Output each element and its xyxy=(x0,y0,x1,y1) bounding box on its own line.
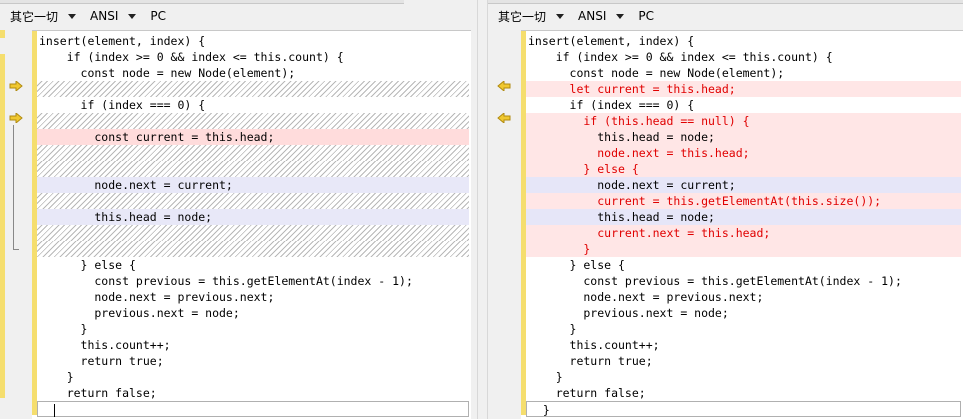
left-charset-dropdown[interactable]: ANSI xyxy=(90,9,137,23)
left-code-line[interactable]: if (index >= 0 && index <= this.count) { xyxy=(37,49,469,65)
right-pane: 其它一切 ANSI PC insert(element, index) { if… xyxy=(488,0,963,419)
right-code-editor[interactable]: insert(element, index) { if (index >= 0 … xyxy=(521,30,963,419)
left-code-line[interactable] xyxy=(37,225,469,241)
left-code-line[interactable]: node.next = previous.next; xyxy=(37,289,469,305)
right-code-line[interactable]: return true; xyxy=(526,353,961,369)
arrow-right-icon xyxy=(9,81,23,91)
left-diff-bracket xyxy=(13,125,19,250)
left-code-line[interactable]: const current = this.head; xyxy=(37,129,469,145)
chevron-down-icon xyxy=(556,13,565,19)
right-gutter xyxy=(488,30,526,419)
left-code-line[interactable] xyxy=(37,113,469,129)
right-code-line[interactable]: previous.next = node; xyxy=(526,305,961,321)
left-change-bar xyxy=(0,30,5,38)
right-code-line[interactable]: const previous = this.getElementAt(index… xyxy=(526,273,961,289)
left-top-scrollbar[interactable] xyxy=(0,0,404,4)
left-code-line[interactable]: if (index === 0) { xyxy=(37,97,469,113)
left-change-bar xyxy=(0,54,5,398)
right-encoding-group-label: 其它一切 xyxy=(498,9,547,24)
left-code-line[interactable] xyxy=(37,161,469,177)
left-code-line[interactable]: const previous = this.getElementAt(index… xyxy=(37,273,469,289)
right-code-line[interactable]: return false; xyxy=(526,385,961,401)
left-code-line[interactable]: } xyxy=(37,369,469,385)
chevron-down-icon xyxy=(68,13,77,19)
right-line-ending-label-wrap[interactable]: PC xyxy=(638,9,654,23)
right-code-line[interactable]: if (this.head == null) { xyxy=(526,113,961,129)
right-code-line[interactable]: } xyxy=(526,369,961,385)
right-top-scrollbar[interactable] xyxy=(488,0,963,4)
left-file-toolbar: 其它一切 ANSI PC xyxy=(10,6,180,26)
left-line-ending-label-wrap[interactable]: PC xyxy=(150,9,166,23)
left-code-line[interactable]: this.head = node; xyxy=(37,209,469,225)
arrow-right-icon xyxy=(9,113,23,123)
right-code-line[interactable]: } xyxy=(526,321,961,337)
right-code-line[interactable]: insert(element, index) { xyxy=(526,33,961,49)
right-code-line[interactable]: current = this.getElementAt(this.size())… xyxy=(526,193,961,209)
right-code-line[interactable]: this.head = node; xyxy=(526,129,961,145)
left-gutter xyxy=(0,30,32,419)
right-code-line[interactable]: this.count++; xyxy=(526,337,961,353)
right-code-line[interactable]: } xyxy=(526,241,961,257)
left-code-line[interactable] xyxy=(37,241,469,257)
left-code-line[interactable] xyxy=(37,145,469,161)
left-line-ending-label: PC xyxy=(150,9,166,23)
right-charset-label: ANSI xyxy=(578,9,607,23)
right-code-line[interactable]: this.head = node; xyxy=(526,209,961,225)
right-code-line[interactable]: const node = new Node(element); xyxy=(526,65,961,81)
right-code-line[interactable]: } xyxy=(526,401,961,417)
left-code-line[interactable] xyxy=(37,81,469,97)
right-code-line[interactable]: } else { xyxy=(526,257,961,273)
left-charset-label: ANSI xyxy=(90,9,119,23)
left-code-line[interactable]: insert(element, index) { xyxy=(37,33,469,49)
arrow-left-icon xyxy=(497,113,511,123)
left-pane: 其它一切 ANSI PC insert(element, index) { if… xyxy=(0,0,477,419)
left-encoding-group-label: 其它一切 xyxy=(10,9,59,24)
left-code-editor[interactable]: insert(element, index) { if (index >= 0 … xyxy=(32,30,471,419)
left-encoding-group-dropdown[interactable]: 其它一切 xyxy=(10,8,77,25)
text-caret xyxy=(53,404,55,417)
right-code-line[interactable]: node.next = this.head; xyxy=(526,145,961,161)
left-code-line[interactable]: previous.next = node; xyxy=(37,305,469,321)
left-code-line[interactable] xyxy=(37,401,469,417)
right-code-line[interactable]: node.next = current; xyxy=(526,177,961,193)
right-encoding-group-dropdown[interactable]: 其它一切 xyxy=(498,8,565,25)
right-file-toolbar: 其它一切 ANSI PC xyxy=(498,6,668,26)
left-code-line[interactable]: const node = new Node(element); xyxy=(37,65,469,81)
pane-splitter[interactable] xyxy=(477,0,488,419)
left-code-line[interactable]: } xyxy=(37,321,469,337)
right-code-line[interactable]: current.next = this.head; xyxy=(526,225,961,241)
right-code-line[interactable]: let current = this.head; xyxy=(526,81,961,97)
right-code-line[interactable]: } else { xyxy=(526,161,961,177)
chevron-down-icon xyxy=(128,13,137,19)
left-code-line[interactable]: node.next = current; xyxy=(37,177,469,193)
left-code-line[interactable]: this.count++; xyxy=(37,337,469,353)
left-code-line[interactable]: } else { xyxy=(37,257,469,273)
chevron-down-icon xyxy=(616,13,625,19)
right-code-line[interactable]: if (index === 0) { xyxy=(526,97,961,113)
arrow-left-icon xyxy=(497,81,511,91)
left-code-line[interactable]: return true; xyxy=(37,353,469,369)
right-code-line[interactable]: if (index >= 0 && index <= this.count) { xyxy=(526,49,961,65)
left-code-line[interactable]: return false; xyxy=(37,385,469,401)
right-code-line[interactable]: node.next = previous.next; xyxy=(526,289,961,305)
left-code-line[interactable] xyxy=(37,193,469,209)
right-line-ending-label: PC xyxy=(638,9,654,23)
right-charset-dropdown[interactable]: ANSI xyxy=(578,9,625,23)
